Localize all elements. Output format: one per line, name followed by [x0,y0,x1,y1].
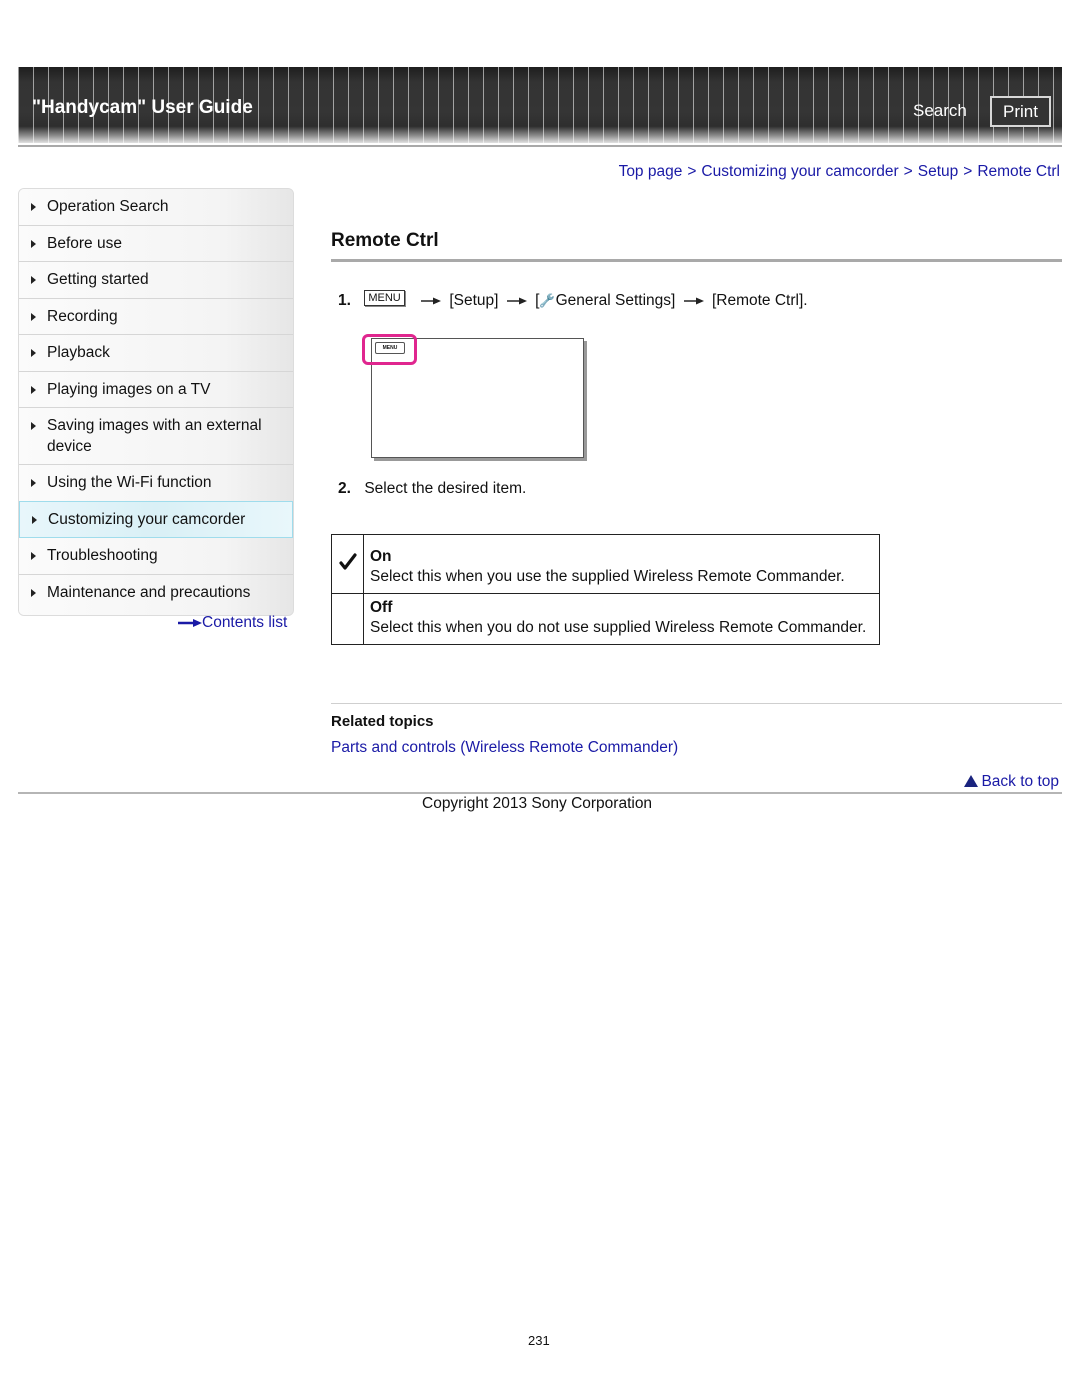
step-number: 2. [338,480,351,497]
sidebar-item-label: Maintenance and precautions [47,583,251,601]
table-row: Off Select this when you do not use supp… [331,593,880,645]
triangle-right-icon [31,588,36,597]
option-description: Select this when you do not use supplied… [370,619,867,636]
triangle-right-icon [31,552,36,560]
triangle-right-icon [31,349,36,357]
sidebar-item-before-use[interactable]: Before use [19,225,293,262]
option-name: On [370,548,392,565]
page-title: Remote Ctrl [331,230,439,251]
arrow-right-icon [506,297,527,305]
step-text: Select the desired item. [364,480,527,497]
page-number: 231 [528,1333,550,1348]
sidebar-item-label: Playback [47,344,110,361]
checkmark-icon [338,552,357,570]
sidebar-nav: Operation Search Before use Getting star… [18,188,294,616]
back-to-top-link[interactable]: Back to top [964,773,1059,791]
step-2: 2. Select the desired item. [338,480,526,498]
contents-list-link[interactable]: Contents list [178,614,287,632]
triangle-right-icon [31,479,36,487]
sidebar-item-label: Before use [47,234,122,252]
option-cell: Off Select this when you do not use supp… [363,593,880,645]
sidebar-item-getting-started[interactable]: Getting started [19,262,293,299]
sidebar-item-label: Getting started [47,271,149,288]
triangle-right-icon [32,515,37,524]
contents-list-label: Contents list [202,614,288,631]
breadcrumb-separator: > [687,163,697,180]
sidebar-item-label: Customizing your camcorder [48,510,246,528]
menu-highlight-box [362,334,417,365]
footer-divider [18,792,1062,794]
sidebar-item-playing-on-tv[interactable]: Playing images on a TV [19,371,293,408]
header-divider [18,145,1062,147]
breadcrumb-top-page[interactable]: Top page [619,163,683,180]
triangle-right-icon [31,276,36,284]
sidebar-item-saving-images[interactable]: Saving images with an external device [19,408,293,465]
search-button[interactable]: Search [913,101,967,121]
arrow-right-icon [683,297,704,305]
breadcrumb-separator: > [963,163,973,180]
sidebar-item-wifi[interactable]: Using the Wi-Fi function [19,465,293,502]
sidebar-item-label: Troubleshooting [47,547,158,564]
sidebar-item-customizing[interactable]: Customizing your camcorder [19,500,293,538]
print-button[interactable]: Print [990,96,1051,127]
wrench-icon: 🔧 [539,293,556,308]
remote-ctrl-label: [Remote Ctrl]. [711,292,808,309]
sidebar-item-maintenance[interactable]: Maintenance and precautions [19,574,293,615]
breadcrumb-setup[interactable]: Setup [918,163,959,180]
triangle-right-icon [31,422,36,430]
table-row: On Select this when you use the supplied… [331,534,880,594]
app-title: "Handycam" User Guide [32,97,253,118]
setup-menu-label: [Setup] [449,292,499,309]
menu-button-icon: MENU [364,290,405,306]
sidebar-item-playback[interactable]: Playback [19,335,293,372]
breadcrumb: Top page > Customizing your camcorder > Setu… [619,163,1060,181]
triangle-right-icon [31,312,36,321]
breadcrumb-customizing[interactable]: Customizing your camcorder [701,163,898,180]
arrow-right-icon [178,618,202,627]
title-divider [331,259,1062,262]
option-name: Off [370,599,393,616]
breadcrumb-separator: > [903,163,913,180]
back-to-top-label: Back to top [981,773,1059,790]
arrow-right-icon [421,297,442,305]
sidebar-item-troubleshooting[interactable]: Troubleshooting [19,538,293,575]
sidebar-item-recording[interactable]: Recording [19,298,293,335]
sidebar-item-label: Using the Wi-Fi function [47,474,212,491]
default-cell [331,534,364,594]
options-table: On Select this when you use the supplied… [331,534,880,645]
sidebar-item-label: Recording [47,307,118,325]
option-description: Select this when you use the supplied Wi… [370,568,845,585]
default-cell [331,593,364,645]
triangle-up-icon [964,775,979,787]
option-cell: On Select this when you use the supplied… [363,534,880,594]
breadcrumb-remote-ctrl[interactable]: Remote Ctrl [977,163,1060,180]
sidebar-item-label: Playing images on a TV [47,380,211,398]
general-settings-label: General Settings] [555,292,676,309]
triangle-right-icon [31,239,36,248]
copyright-text: Copyright 2013 Sony Corporation [422,795,653,812]
related-divider [331,703,1062,704]
step-1: 1. MENU [Setup] [🔧General Settings] [Rem… [338,290,808,310]
related-link-parts-and-controls[interactable]: Parts and controls (Wireless Remote Comm… [331,739,678,757]
sidebar-item-operation-search[interactable]: Operation Search [19,189,293,226]
related-topics-heading: Related topics [331,713,434,730]
sidebar-item-label: Saving images with an external device [47,417,262,455]
triangle-right-icon [31,385,36,394]
triangle-right-icon [31,203,36,211]
sidebar-item-label: Operation Search [47,198,169,215]
header-bar: "Handycam" User Guide Search Print [18,67,1062,143]
step-number: 1. [338,292,351,309]
